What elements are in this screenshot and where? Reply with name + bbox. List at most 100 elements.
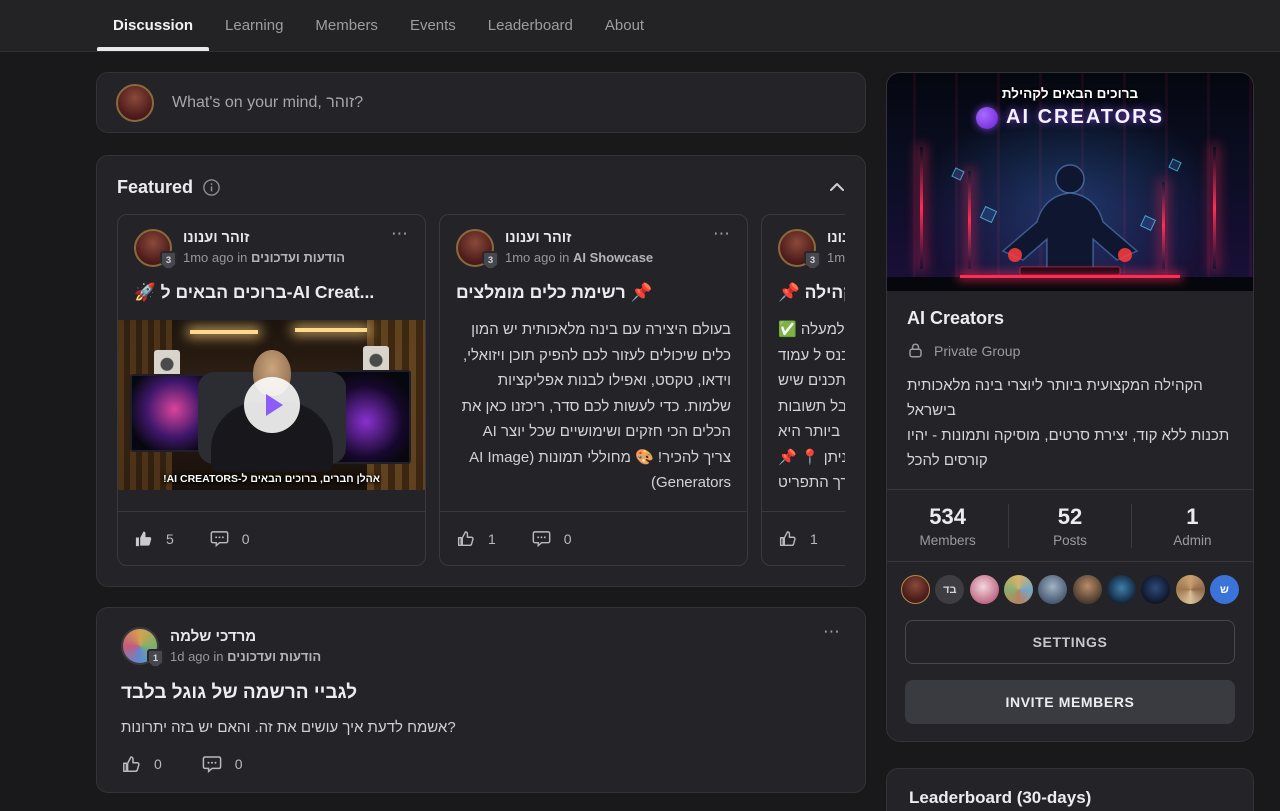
admin-count: 1 xyxy=(1132,504,1253,530)
admin-label: Admin xyxy=(1132,533,1253,548)
author-name[interactable]: זוהר וענונו xyxy=(505,230,653,246)
group-info-card: ברוכים הבאים לקהילת AI CREATORS AI Creat… xyxy=(886,72,1254,742)
like-button[interactable]: 0 xyxy=(121,754,162,774)
banner-art xyxy=(951,167,964,180)
space-name[interactable]: הודעות ועדכונים xyxy=(251,250,345,265)
like-count: 0 xyxy=(154,756,162,772)
member-avatar[interactable] xyxy=(1004,575,1033,604)
comment-count: 0 xyxy=(235,756,243,772)
group-description: הקהילה המקצועית ביותר ליוצרי בינה מלאכות… xyxy=(907,373,1233,473)
member-avatar[interactable] xyxy=(1073,575,1102,604)
member-avatar[interactable] xyxy=(1176,575,1205,604)
settings-button[interactable]: SETTINGS xyxy=(905,620,1235,664)
comment-button[interactable]: 0 xyxy=(202,754,243,774)
banner-brand-text: AI CREATORS xyxy=(1006,106,1164,129)
level-badge: 3 xyxy=(804,251,821,270)
post-menu-icon[interactable]: ⋯ xyxy=(391,229,409,239)
tab-discussion[interactable]: Discussion xyxy=(97,0,209,51)
featured-post-tools[interactable]: 3 זוהר וענונו 1mo ago in AI Showcase ⋯ xyxy=(439,214,748,566)
post-menu-icon[interactable]: ⋯ xyxy=(823,627,841,637)
featured-carousel: 3 זוהר וענונו 1mo ago in הודעות ועדכונים… xyxy=(117,214,845,566)
privacy-label: Private Group xyxy=(934,343,1020,359)
level-badge: 3 xyxy=(482,251,499,270)
info-icon[interactable] xyxy=(203,179,220,196)
in-label: in xyxy=(559,250,569,265)
member-avatar[interactable] xyxy=(1141,575,1170,604)
featured-title: Featured xyxy=(117,177,193,198)
like-button[interactable]: 5 xyxy=(134,529,174,548)
comment-button[interactable]: 0 xyxy=(532,529,572,548)
comment-button[interactable]: 0 xyxy=(210,529,250,548)
tab-events[interactable]: Events xyxy=(394,0,472,51)
description-line: הקהילה המקצועית ביותר ליוצרי בינה מלאכות… xyxy=(907,373,1233,423)
composer-placeholder[interactable]: What's on your mind, זוהר? xyxy=(172,94,363,112)
stat-admin: 1 Admin xyxy=(1131,504,1253,548)
level-badge: 3 xyxy=(160,251,177,270)
top-nav: Discussion Learning Members Events Leade… xyxy=(0,0,1280,52)
like-button[interactable]: 1 xyxy=(778,529,818,548)
video-thumbnail[interactable]: אהלן חברים, ברוכים הבאים ל-AI CREATORS! xyxy=(118,320,425,490)
banner-figure xyxy=(965,159,1175,277)
post-time: 1mo ago xyxy=(505,250,556,265)
comment-count: 0 xyxy=(242,531,250,547)
member-avatar[interactable] xyxy=(901,575,930,604)
post-meta: 1mo ago in הודעות ועדכונים xyxy=(183,250,345,265)
post-menu-icon[interactable]: ⋯ xyxy=(713,229,731,239)
author-avatar: 3 xyxy=(134,229,172,267)
invite-members-button[interactable]: INVITE MEMBERS xyxy=(905,680,1235,724)
post-meta: 1mo ago in AI Showcase xyxy=(505,250,653,265)
description-line: תכנות ללא קוד, יצירת סרטים, מוסיקה ותמונ… xyxy=(907,423,1233,473)
tab-learning[interactable]: Learning xyxy=(209,0,299,51)
studio-light xyxy=(190,330,258,334)
featured-post-community[interactable]: 3 זוהר וענונו 1mo ago in 📌 קהילה ✅ ל xyxy=(761,214,845,566)
tab-leaderboard[interactable]: Leaderboard xyxy=(472,0,589,51)
group-banner: ברוכים הבאים לקהילת AI CREATORS xyxy=(887,73,1253,291)
space-name[interactable]: הודעות ועדכונים xyxy=(227,649,321,664)
tab-about[interactable]: About xyxy=(589,0,660,51)
post-time: 1mo ago xyxy=(827,250,845,265)
author-name[interactable]: זוהר וענונו xyxy=(827,230,845,246)
collapse-chevron-up-icon[interactable] xyxy=(829,182,845,192)
post-meta: 1d ago in הודעות ועדכונים xyxy=(170,649,321,664)
post-title[interactable]: 📌 קהילה xyxy=(778,282,845,303)
member-avatar[interactable] xyxy=(1107,575,1136,604)
group-name: AI Creators xyxy=(907,308,1233,329)
feed-post[interactable]: 1 מרדכי שלמה 1d ago in הודעות ועדכונים ⋯… xyxy=(96,607,866,793)
leaderboard-title: Leaderboard (30-days) xyxy=(909,788,1231,808)
banner-desk xyxy=(887,277,1253,291)
banner-welcome-text: ברוכים הבאים לקהילת xyxy=(887,86,1253,101)
main-feed-column: What's on your mind, זוהר? Featured 3 xyxy=(96,72,866,793)
like-button[interactable]: 1 xyxy=(456,529,496,548)
post-title[interactable]: רשימת כלים מומלצים 📌 xyxy=(456,282,731,303)
author-name[interactable]: זוהר וענונו xyxy=(183,230,345,246)
stat-members: 534 Members xyxy=(887,504,1008,548)
member-avatar[interactable] xyxy=(1038,575,1067,604)
featured-post-welcome[interactable]: 3 זוהר וענונו 1mo ago in הודעות ועדכונים… xyxy=(117,214,426,566)
author-name[interactable]: מרדכי שלמה xyxy=(170,628,321,645)
stat-posts: 52 Posts xyxy=(1008,504,1130,548)
member-avatars-row: בד ש xyxy=(887,562,1253,617)
member-avatar[interactable] xyxy=(970,575,999,604)
brain-logo-icon xyxy=(976,107,998,129)
featured-section: Featured 3 זוהר וענונו xyxy=(96,155,866,587)
current-user-avatar[interactable] xyxy=(116,84,154,122)
member-avatar-initials[interactable]: בד xyxy=(935,575,964,604)
post-composer[interactable]: What's on your mind, זוהר? xyxy=(96,72,866,133)
tab-members[interactable]: Members xyxy=(299,0,394,51)
post-title[interactable]: 🚀 ברוכים הבאים ל-AI Creat... xyxy=(134,282,409,303)
banner-art xyxy=(1213,147,1216,269)
author-avatar: 3 xyxy=(778,229,816,267)
space-name[interactable]: AI Showcase xyxy=(573,250,653,265)
member-avatar-initials[interactable]: ש xyxy=(1210,575,1239,604)
post-body: אשמח לדעת איך עושים את זה. והאם יש בזה י… xyxy=(121,719,841,736)
lock-icon xyxy=(907,342,924,359)
group-stats: 534 Members 52 Posts 1 Admin xyxy=(887,490,1253,561)
group-sidebar: ברוכים הבאים לקהילת AI CREATORS AI Creat… xyxy=(886,72,1254,811)
play-button-icon[interactable] xyxy=(244,377,300,433)
video-caption: אהלן חברים, ברוכים הבאים ל-AI CREATORS! xyxy=(118,473,425,485)
post-title[interactable]: לגביי הרשמה של גוגל בלבד xyxy=(121,682,841,704)
like-count: 1 xyxy=(810,531,818,547)
post-body: בעולם היצירה עם בינה מלאכותית יש המון כל… xyxy=(456,317,731,496)
members-label: Members xyxy=(887,533,1008,548)
leaderboard-card: Leaderboard (30-days) xyxy=(886,768,1254,811)
